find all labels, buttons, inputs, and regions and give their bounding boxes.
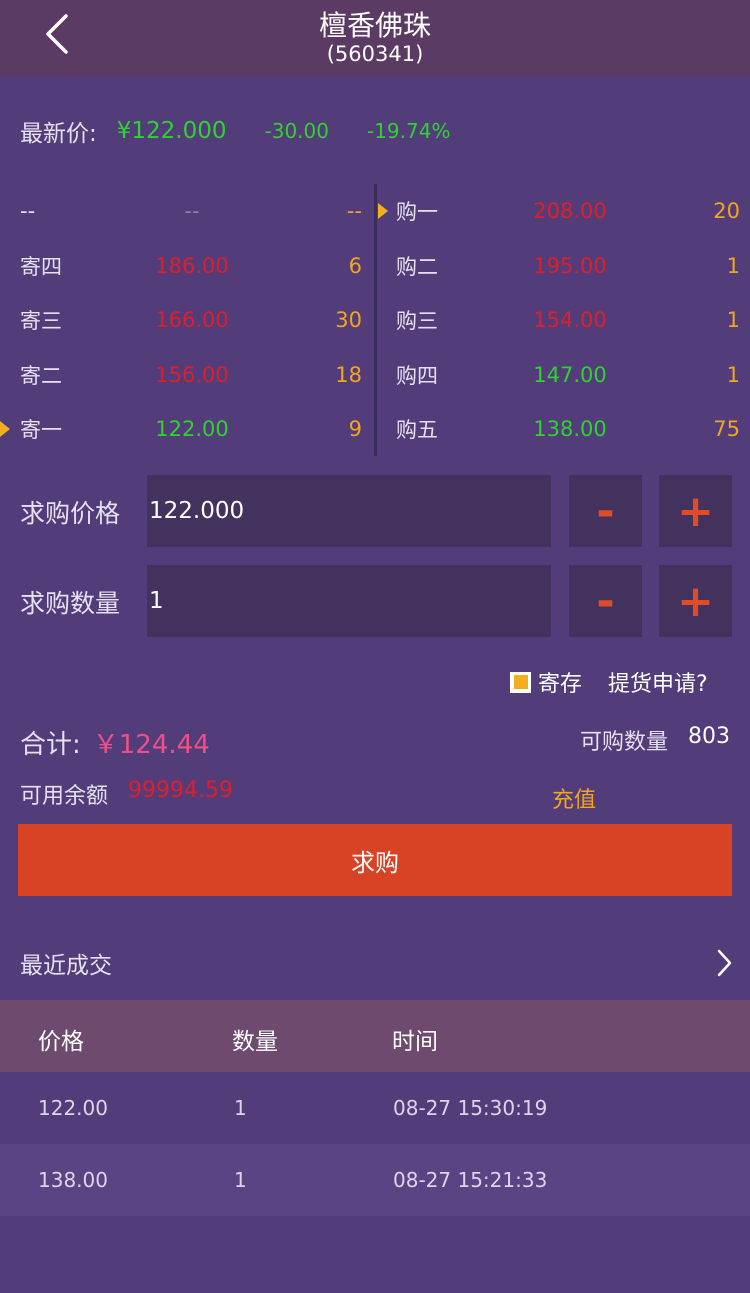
- top-bar: 檀香佛珠 (560341): [0, 0, 750, 76]
- sell-level-price: --: [184, 199, 200, 223]
- total-value: ￥124.44: [92, 730, 210, 760]
- latest-price-label: 最新价:: [20, 121, 97, 147]
- submit-bid-button[interactable]: 求购: [18, 824, 732, 896]
- price-change: -30.00: [264, 119, 329, 143]
- buy-level-price: 147.00: [533, 363, 607, 387]
- sell-level-name: 寄一: [20, 418, 62, 442]
- total-row: 合计: ￥124.44: [20, 724, 210, 761]
- quantity-increment-button[interactable]: +: [659, 565, 732, 637]
- sell-level-volume: 6: [348, 254, 362, 278]
- buy-level-name: 购五: [396, 418, 438, 442]
- order-book-divider: [374, 184, 377, 456]
- trades-table-header: 价格 数量 时间: [0, 1000, 750, 1072]
- deposit-checkbox[interactable]: [510, 671, 531, 693]
- sell-row[interactable]: -- -- --: [0, 184, 370, 238]
- column-header-time: 时间: [392, 1029, 438, 1055]
- buy-row[interactable]: 购三 154.00 1: [378, 293, 750, 347]
- sell-level-name: 寄四: [20, 255, 62, 279]
- buy-level-name: 购四: [396, 364, 438, 388]
- available-quantity-label: 可购数量: [579, 730, 668, 755]
- price-change-pct: -19.74%: [366, 119, 451, 143]
- sell-level-price: 166.00: [155, 308, 229, 332]
- sell-level-volume: 30: [335, 308, 362, 332]
- table-row: 122.00 1 08-27 15:30:19: [0, 1072, 750, 1144]
- table-row: 138.00 1 08-27 15:21:33: [0, 1144, 750, 1216]
- sell-level-name: 寄三: [20, 309, 62, 333]
- sell-level-volume: 9: [348, 417, 362, 441]
- column-header-quantity: 数量: [232, 1029, 278, 1055]
- sell-level-name: --: [20, 199, 36, 223]
- trade-price: 122.00: [38, 1096, 108, 1120]
- sell-level-price: 186.00: [155, 254, 229, 278]
- buy-row[interactable]: 购一 208.00 20: [378, 184, 750, 238]
- sell-level-price: 156.00: [155, 363, 229, 387]
- buy-level-volume: 1: [726, 254, 740, 278]
- trade-quantity: 1: [234, 1168, 247, 1192]
- buy-level-name: 购二: [396, 255, 438, 279]
- buy-level-name: 购三: [396, 309, 438, 333]
- balance-label: 可用余额: [20, 784, 109, 809]
- total-label: 合计:: [20, 730, 81, 760]
- trade-price: 138.00: [38, 1168, 108, 1192]
- options-row: 寄存 提货申请?: [510, 666, 708, 698]
- quantity-decrement-button[interactable]: -: [569, 565, 642, 637]
- price-increment-button[interactable]: +: [659, 475, 732, 547]
- sell-level-volume: 18: [335, 363, 362, 387]
- checkbox-checked-icon: [513, 675, 528, 689]
- trade-time: 08-27 15:30:19: [393, 1096, 548, 1120]
- sell-level-price: 122.00: [155, 417, 229, 441]
- buy-level-volume: 1: [726, 363, 740, 387]
- latest-price-row: 最新价: ¥122.000 -30.00 -19.74%: [20, 114, 450, 148]
- column-header-price: 价格: [38, 1029, 84, 1055]
- sell-row[interactable]: 寄四 186.00 6: [0, 239, 370, 293]
- recharge-link[interactable]: 充值: [552, 782, 596, 814]
- selected-level-marker-icon: [378, 203, 388, 219]
- buy-row[interactable]: 购二 195.00 1: [378, 239, 750, 293]
- bid-price-label: 求购价格: [20, 499, 121, 528]
- bid-quantity-input[interactable]: [147, 565, 551, 637]
- sell-level-volume: --: [346, 199, 362, 223]
- sell-row[interactable]: 寄三 166.00 30: [0, 293, 370, 347]
- recent-trades-link[interactable]: 最近成交: [0, 940, 750, 988]
- sell-row[interactable]: 寄二 156.00 18: [0, 348, 370, 402]
- deposit-label[interactable]: 寄存: [538, 666, 582, 698]
- bid-quantity-label: 求购数量: [20, 589, 121, 618]
- buy-row[interactable]: 购四 147.00 1: [378, 348, 750, 402]
- page-title: 檀香佛珠: [318, 9, 431, 42]
- buy-level-price: 138.00: [533, 417, 607, 441]
- buy-level-name: 购一: [396, 200, 438, 224]
- buy-level-volume: 1: [726, 308, 740, 332]
- trade-time: 08-27 15:21:33: [393, 1168, 548, 1192]
- trade-quantity: 1: [234, 1096, 247, 1120]
- buy-row[interactable]: 购五 138.00 75: [378, 402, 750, 456]
- buy-level-volume: 20: [713, 199, 740, 223]
- balance-value: 99994.59: [128, 778, 233, 803]
- sell-level-name: 寄二: [20, 364, 62, 388]
- chevron-right-icon: [717, 949, 732, 977]
- selected-level-marker-icon: [0, 421, 10, 437]
- latest-price-value: ¥122.000: [116, 118, 227, 144]
- product-code: (560341): [326, 42, 424, 66]
- balance-row: 可用余额 99994.59: [20, 778, 233, 810]
- sell-row[interactable]: 寄一 122.00 9: [0, 402, 370, 456]
- recent-trades-title: 最近成交: [20, 953, 112, 979]
- order-book: -- -- -- 寄四 186.00 6 寄三 166.00 30 寄二 156…: [0, 184, 750, 456]
- pickup-request-link[interactable]: 提货申请?: [608, 666, 708, 698]
- bid-price-input[interactable]: [147, 475, 551, 547]
- buy-level-price: 195.00: [533, 254, 607, 278]
- buy-level-volume: 75: [713, 417, 740, 441]
- price-decrement-button[interactable]: -: [569, 475, 642, 547]
- available-quantity-value: 803: [688, 724, 730, 749]
- buy-level-price: 208.00: [533, 199, 607, 223]
- available-quantity: 可购数量 803: [580, 724, 730, 756]
- buy-level-price: 154.00: [533, 308, 607, 332]
